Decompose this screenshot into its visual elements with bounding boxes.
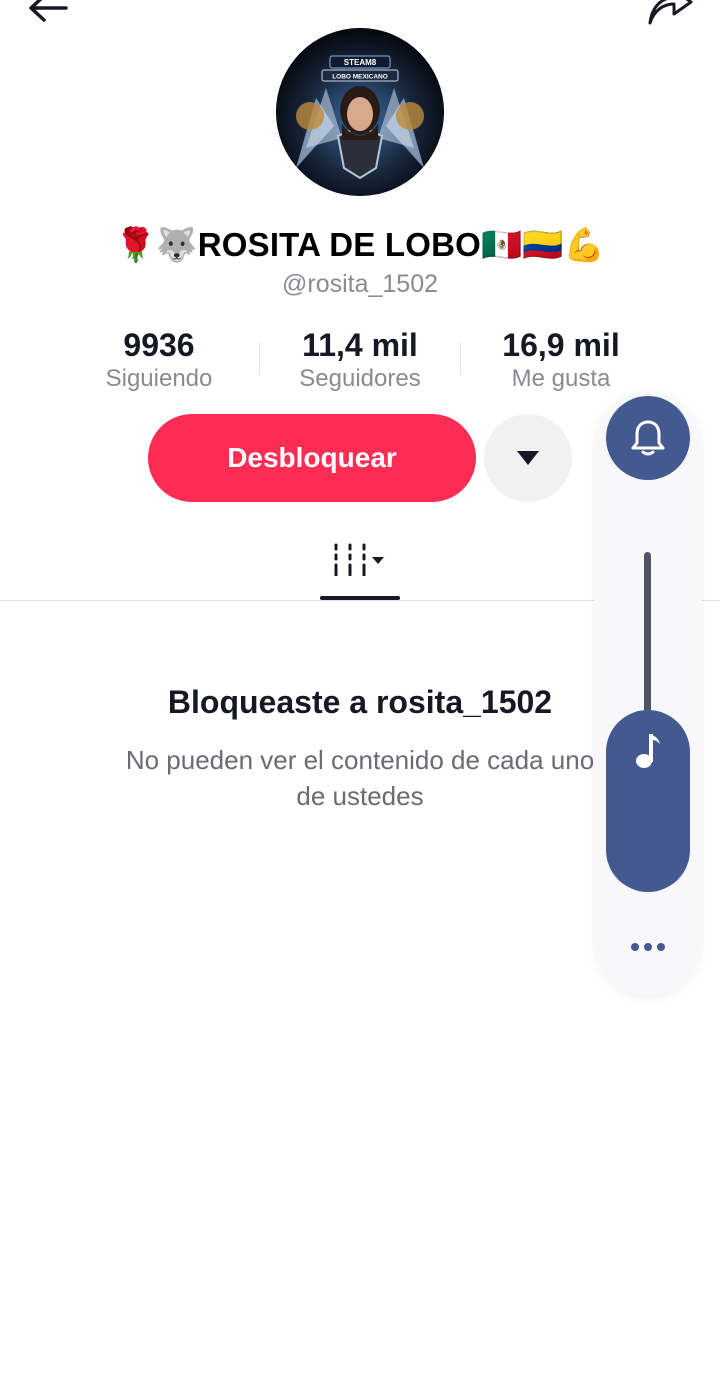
more-options-button[interactable] (484, 414, 572, 502)
following-label: Siguiendo (105, 365, 213, 392)
avatar-image: STEAM8 LOBO MEXICANO (276, 28, 444, 196)
share-button[interactable] (646, 0, 694, 30)
stat-likes[interactable]: 16,9 mil Me gusta (461, 326, 661, 394)
avatar-logo-text: STEAM8 (344, 58, 377, 67)
music-note-icon (636, 734, 660, 768)
stat-followers[interactable]: 11,4 mil Seguidores (260, 326, 460, 394)
display-name: 🌹🐺ROSITA DE LOBO🇲🇽🇨🇴💪 (115, 226, 605, 263)
profile-page: STEAM8 LOBO MEXICANO 🌹🐺ROSITA DE LOBO🇲🇽🇨… (0, 0, 720, 1392)
tab-videos[interactable] (320, 536, 400, 596)
volume-slider-thumb[interactable] (606, 710, 690, 892)
back-button[interactable] (24, 0, 72, 30)
blocked-description: No pueden ver el contenido de cada uno d… (125, 745, 595, 811)
username: @rosita_1502 (281, 270, 439, 298)
followers-count: 11,4 mil (302, 327, 418, 363)
stat-following[interactable]: 9936 Siguiendo (59, 326, 259, 394)
volume-panel (594, 392, 702, 996)
following-count: 9936 (123, 327, 195, 363)
share-arrow-icon (648, 0, 693, 25)
ringer-button[interactable] (606, 396, 690, 480)
unblock-button[interactable]: Desbloquear (148, 414, 476, 502)
avatar-banner-text: LOBO MEXICANO (332, 74, 388, 81)
likes-label: Me gusta (511, 365, 611, 392)
videos-grid-icon (334, 543, 384, 576)
profile-stats: 9936 Siguiendo 11,4 mil Seguidores 16,9 … (59, 326, 661, 398)
panel-more-button[interactable] (622, 932, 674, 962)
followers-label: Seguidores (299, 365, 421, 392)
bell-icon (631, 420, 665, 456)
avatar[interactable]: STEAM8 LOBO MEXICANO (276, 28, 444, 196)
more-dots-icon (631, 943, 665, 951)
caret-down-icon (517, 451, 539, 465)
likes-count: 16,9 mil (502, 327, 620, 363)
arrow-left-icon (29, 0, 68, 22)
